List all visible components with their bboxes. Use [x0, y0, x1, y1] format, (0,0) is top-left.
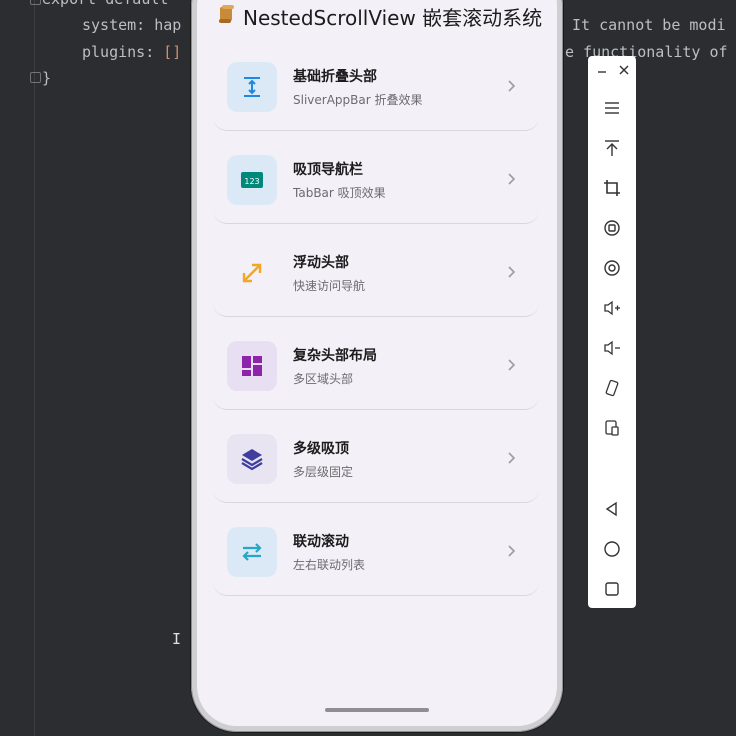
app-title: NestedScrollView 嵌套滚动系统 — [243, 6, 543, 30]
list-item-subtitle: 快速访问导航 — [293, 279, 366, 293]
recents-icon[interactable] — [600, 577, 624, 601]
tab-badge-text: 123 — [244, 177, 259, 186]
list-item-subtitle: SliverAppBar 折叠效果 — [293, 93, 423, 107]
chevron-right-icon — [508, 80, 516, 92]
demo-list: 基础折叠头部 SliverAppBar 折叠效果 123 吸顶导航栏 TabBa… — [213, 46, 539, 604]
list-item-sticky-tabbar[interactable]: 123 吸顶导航栏 TabBar 吸顶效果 — [213, 139, 539, 224]
chevron-right-icon — [508, 359, 516, 371]
volume-up-icon[interactable] — [600, 296, 624, 320]
code-val-plugins: [] — [163, 43, 182, 61]
code-line-system: system: hap — [82, 16, 181, 34]
crop-icon[interactable] — [600, 176, 624, 200]
code-key-plugins: plugins: — [82, 43, 155, 61]
code-line-plugins: plugins: [] — [82, 43, 181, 61]
layers-icon — [227, 434, 277, 484]
code-comment-1: It cannot be modi — [572, 16, 726, 34]
fold-marker[interactable] — [30, 0, 41, 5]
minimize-icon[interactable] — [590, 60, 614, 84]
code-val-system: hap — [154, 16, 182, 34]
gutter-divider — [34, 0, 35, 736]
list-item-title: 浮动头部 — [293, 255, 349, 271]
list-item-multi-sticky[interactable]: 多级吸顶 多层级固定 — [213, 418, 539, 503]
expand-arrow-icon — [227, 248, 277, 298]
list-item-title: 多级吸顶 — [293, 441, 349, 457]
list-item-linked-scroll[interactable]: 联动滚动 左右联动列表 — [213, 511, 539, 596]
fold-marker[interactable] — [30, 72, 41, 83]
list-item-complex-header[interactable]: 复杂头部布局 多区域头部 — [213, 325, 539, 410]
menu-icon[interactable] — [600, 96, 624, 120]
rotate-right-icon[interactable] — [600, 256, 624, 280]
app-title-bar: NestedScrollView 嵌套滚动系统 — [197, 0, 557, 30]
code-key-system: system: — [82, 16, 146, 34]
to-top-icon[interactable] — [600, 136, 624, 160]
code-line-export: export default — [42, 0, 168, 8]
screenshot-icon[interactable] — [600, 416, 624, 440]
rotate-left-icon[interactable] — [600, 216, 624, 240]
list-item-title: 吸顶导航栏 — [293, 162, 363, 178]
code-closing-brace: } — [42, 69, 52, 87]
list-item-subtitle: TabBar 吸顶效果 — [293, 186, 386, 200]
phone-screen: NestedScrollView 嵌套滚动系统 基础折叠头部 SliverApp… — [197, 0, 557, 726]
list-item-subtitle: 多层级固定 — [293, 465, 354, 479]
list-item-subtitle: 多区域头部 — [293, 372, 354, 386]
scroll-icon — [219, 5, 234, 23]
text-cursor: I — [172, 630, 182, 648]
swap-arrows-icon — [227, 527, 277, 577]
list-item-floating-header[interactable]: 浮动头部 快速访问导航 — [213, 232, 539, 317]
phone-frame: NestedScrollView 嵌套滚动系统 基础折叠头部 SliverApp… — [191, 0, 563, 732]
dashboard-icon — [227, 341, 277, 391]
chevron-right-icon — [508, 452, 516, 464]
chevron-right-icon — [508, 545, 516, 557]
list-item-title: 基础折叠头部 — [293, 69, 377, 85]
home-indicator[interactable] — [325, 708, 429, 712]
number-tab-icon: 123 — [227, 155, 277, 205]
shake-icon[interactable] — [600, 376, 624, 400]
emulator-toolbar — [588, 56, 636, 608]
volume-down-icon[interactable] — [600, 336, 624, 360]
list-item-subtitle: 左右联动列表 — [293, 558, 366, 572]
list-item-title: 复杂头部布局 — [293, 348, 377, 364]
list-item-collapse-header[interactable]: 基础折叠头部 SliverAppBar 折叠效果 — [213, 46, 539, 131]
close-icon[interactable] — [612, 58, 636, 82]
home-icon[interactable] — [600, 537, 624, 561]
collapse-icon — [227, 62, 277, 112]
back-icon[interactable] — [600, 497, 624, 521]
chevron-right-icon — [508, 173, 516, 185]
list-item-title: 联动滚动 — [293, 534, 349, 550]
chevron-right-icon — [508, 266, 516, 278]
